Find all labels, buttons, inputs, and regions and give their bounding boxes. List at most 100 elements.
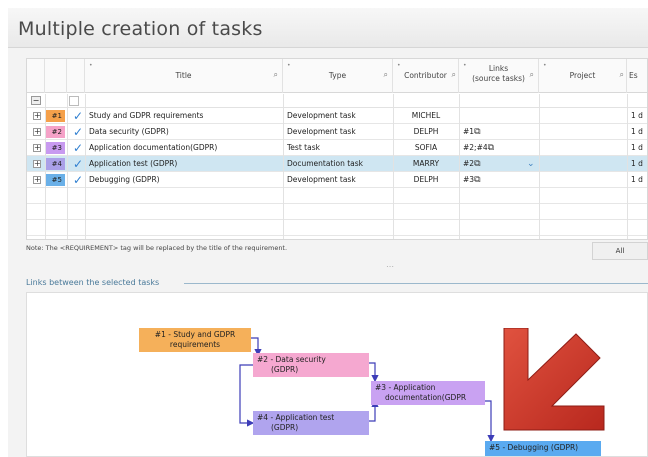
- header-estimate[interactable]: Es: [627, 59, 647, 93]
- cell-estimate[interactable]: 1 d: [631, 172, 647, 188]
- node-label-line2: documentation(GDPR: [385, 393, 467, 402]
- expand-icon[interactable]: +: [33, 176, 41, 184]
- diagram-node-1[interactable]: #1 - Study and GDPR requirements: [139, 328, 251, 352]
- header-estimate-label: Es: [629, 71, 638, 80]
- cell-links-text: #2: [463, 159, 475, 168]
- link-2-3: [369, 362, 379, 383]
- header-expand-col: [27, 59, 45, 93]
- table-row[interactable]: + #3 ✓ Application documentation(GDPR) T…: [27, 140, 647, 156]
- splitter-handle[interactable]: ⋯: [386, 262, 394, 271]
- collapse-all-icon[interactable]: −: [31, 96, 41, 105]
- cell-links[interactable]: #1⧉: [463, 124, 533, 140]
- diagram-node-5[interactable]: #5 - Debugging (GDPR): [485, 441, 601, 456]
- header-links-line2: (source tasks): [472, 74, 525, 83]
- check-icon[interactable]: ✓: [73, 140, 83, 156]
- table-row[interactable]: + #2 ✓ Data security (GDPR) Development …: [27, 124, 647, 140]
- expand-icon[interactable]: +: [33, 112, 41, 120]
- cell-title[interactable]: Study and GDPR requirements: [89, 108, 279, 124]
- cell-links[interactable]: #2⧉: [463, 156, 523, 172]
- cell-links-text: #2;#4: [463, 143, 488, 152]
- node-label-line1: #5 - Debugging (GDPR): [489, 443, 579, 452]
- grid-body: − + #1 ✓ Study and GDPR requirements Dev…: [27, 94, 647, 239]
- empty-row: [27, 220, 647, 236]
- sort-indicator-icon: •: [287, 62, 291, 69]
- empty-row: [27, 204, 647, 220]
- cell-links[interactable]: #2;#4⧉: [463, 140, 533, 156]
- sort-indicator-icon: •: [397, 62, 401, 69]
- header-links[interactable]: • Links (source tasks) ⌕: [459, 59, 539, 93]
- cell-estimate[interactable]: 1 d: [631, 124, 647, 140]
- table-row[interactable]: + #1 ✓ Study and GDPR requirements Devel…: [27, 108, 647, 124]
- link-icon: ⧉: [474, 175, 481, 185]
- filter-icon[interactable]: ⌕: [530, 70, 534, 80]
- header-contributor[interactable]: • Contributor ⌕: [393, 59, 459, 93]
- link-icon: ⧉: [487, 143, 495, 153]
- header-project[interactable]: • Project ⌕: [539, 59, 627, 93]
- cell-links[interactable]: #3⧉: [463, 172, 533, 188]
- header-contributor-label: Contributor: [404, 71, 447, 80]
- cell-type[interactable]: Development task: [287, 108, 391, 124]
- column-divider: [627, 94, 628, 239]
- column-divider: [539, 94, 540, 239]
- expand-icon[interactable]: +: [33, 160, 41, 168]
- diagram-node-2[interactable]: #2 - Data security (GDPR): [253, 353, 369, 377]
- task-number-badge: #5: [45, 174, 65, 186]
- node-label-line1: #2 - Data security: [257, 355, 326, 364]
- main-content: • Title ⌕ • Type ⌕ • Contributor ⌕ • Lin…: [8, 48, 648, 457]
- header-type[interactable]: • Type ⌕: [283, 59, 393, 93]
- table-row-selected[interactable]: + #4 ✓ Application test (GDPR) Documenta…: [27, 156, 647, 172]
- window-title-bar: Multiple creation of tasks: [8, 8, 648, 48]
- link-icon: ⧉: [474, 127, 481, 137]
- sort-indicator-icon: •: [89, 62, 93, 69]
- node-label-line1: #3 - Application: [375, 383, 436, 392]
- cell-links-text: #1: [463, 127, 475, 136]
- check-icon[interactable]: ✓: [73, 108, 83, 124]
- node-label-line1: #4 - Application test: [257, 413, 335, 422]
- all-button[interactable]: All: [592, 242, 648, 260]
- cell-contributor[interactable]: DELPH: [393, 172, 459, 188]
- cell-contributor[interactable]: MARRY: [393, 156, 459, 172]
- column-divider: [45, 94, 46, 239]
- chevron-double-down-icon[interactable]: ⌄: [527, 156, 539, 172]
- check-icon[interactable]: ✓: [73, 172, 83, 188]
- header-title-label: Title: [175, 71, 192, 80]
- header-links-label: Links (source tasks): [459, 64, 538, 84]
- header-project-label: Project: [569, 71, 596, 80]
- page-title: Multiple creation of tasks: [18, 18, 263, 40]
- filter-icon[interactable]: ⌕: [452, 70, 456, 80]
- task-number-badge: #3: [45, 142, 65, 154]
- cell-contributor[interactable]: SOFIA: [393, 140, 459, 156]
- cell-contributor[interactable]: MICHEL: [393, 108, 459, 124]
- filter-icon[interactable]: ⌕: [274, 70, 278, 80]
- cell-type[interactable]: Documentation task: [287, 156, 391, 172]
- diagram-node-3[interactable]: #3 - Application documentation(GDPR: [371, 381, 485, 405]
- cell-type[interactable]: Test task: [287, 140, 391, 156]
- cell-title[interactable]: Data security (GDPR): [89, 124, 279, 140]
- filter-icon[interactable]: ⌕: [384, 70, 388, 80]
- node-label-line1: #1 - Study and GDPR: [154, 330, 236, 339]
- column-divider: [85, 94, 86, 239]
- cell-title[interactable]: Application test (GDPR): [89, 156, 279, 172]
- header-title[interactable]: • Title ⌕: [85, 59, 283, 93]
- cell-contributor[interactable]: DELPH: [393, 124, 459, 140]
- header-links-line1: Links: [488, 64, 509, 73]
- cell-type[interactable]: Development task: [287, 124, 391, 140]
- diagram-node-4[interactable]: #4 - Application test (GDPR): [253, 411, 369, 435]
- cell-title[interactable]: Application documentation(GDPR): [89, 140, 279, 156]
- cell-estimate[interactable]: 1 d: [631, 156, 647, 172]
- expand-icon[interactable]: +: [33, 144, 41, 152]
- filter-icon[interactable]: ⌕: [620, 70, 624, 80]
- check-icon[interactable]: ✓: [73, 156, 83, 172]
- cell-estimate[interactable]: 1 d: [631, 140, 647, 156]
- links-panel-divider: [184, 283, 648, 284]
- task-number-badge: #4: [45, 158, 65, 170]
- table-row[interactable]: + #5 ✓ Debugging (GDPR) Development task…: [27, 172, 647, 188]
- check-icon[interactable]: ✓: [73, 124, 83, 140]
- cell-title[interactable]: Debugging (GDPR): [89, 172, 279, 188]
- cell-type[interactable]: Development task: [287, 172, 391, 188]
- cell-estimate[interactable]: 1 d: [631, 108, 647, 124]
- expand-icon[interactable]: +: [33, 128, 41, 136]
- cell-links[interactable]: [463, 108, 533, 124]
- select-all-checkbox[interactable]: [69, 96, 79, 106]
- note-text: Note: The <REQUIREMENT> tag will be repl…: [26, 244, 288, 252]
